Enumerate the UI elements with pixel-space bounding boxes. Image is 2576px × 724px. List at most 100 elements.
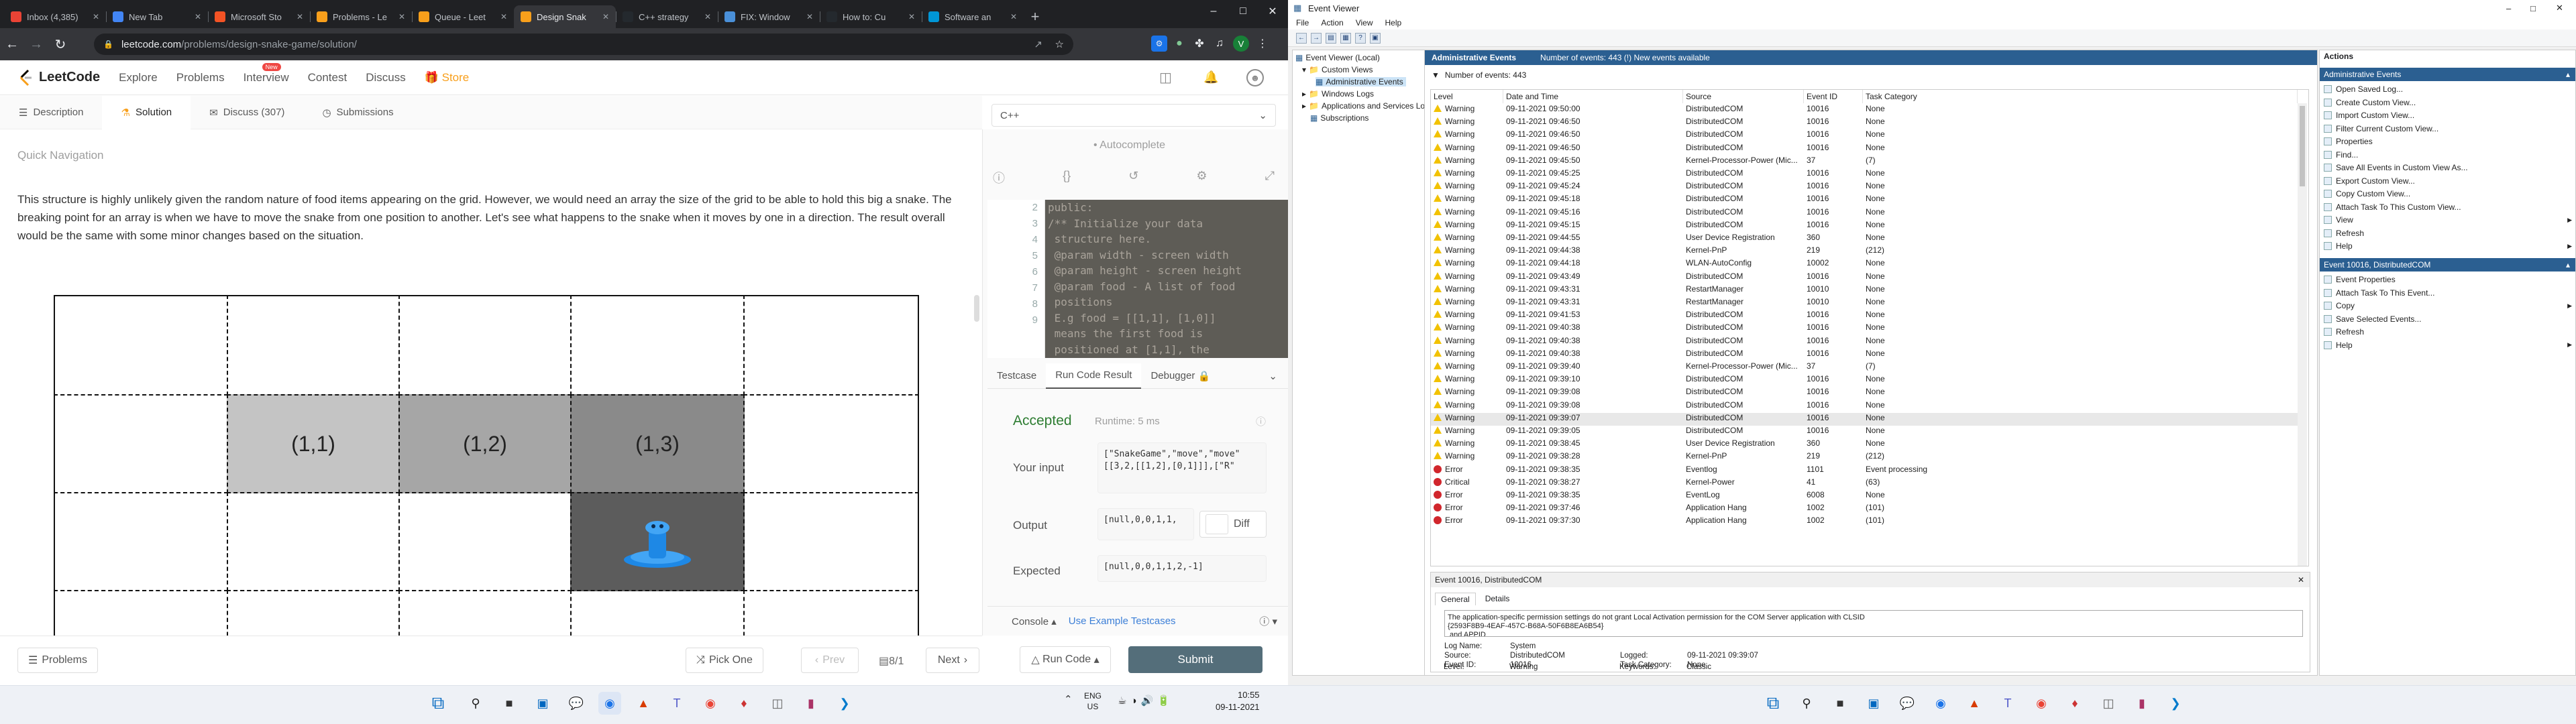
- use-example-testcases-link[interactable]: Use Example Testcases: [1069, 615, 1176, 627]
- tab-general[interactable]: General: [1435, 593, 1476, 605]
- event-row[interactable]: Warning 09-11-2021 09:46:50 DistributedCOM…: [1431, 143, 2307, 156]
- event-row[interactable]: Error 09-11-2021 09:38:35 Eventlog 1101 Even…: [1431, 465, 2307, 477]
- browser-tab[interactable]: Software an ✕: [922, 5, 1024, 28]
- browser-tab[interactable]: FIX: Window ✕: [718, 5, 820, 28]
- nav-store[interactable]: 🎁 Store: [425, 71, 470, 84]
- action-item[interactable]: View ▶: [2324, 213, 2572, 227]
- tree-subscriptions[interactable]: ▦ Subscriptions: [1310, 113, 1368, 123]
- forward-icon[interactable]: →: [1311, 32, 1322, 44]
- event-row[interactable]: Warning 09-11-2021 09:46:50 DistributedCOM…: [1431, 117, 2307, 129]
- chat-icon[interactable]: 💬: [565, 692, 588, 715]
- console-toggle[interactable]: Console ▴: [1012, 615, 1057, 627]
- settings-icon[interactable]: ⚙: [1196, 169, 1207, 193]
- tree-applications-services-logs[interactable]: ▸ 📁 Applications and Services Lo: [1302, 101, 1425, 111]
- event-row[interactable]: Warning 09-11-2021 09:45:25 DistributedCOM…: [1431, 168, 2307, 181]
- action-item[interactable]: Save All Events in Custom View As...: [2324, 161, 2572, 174]
- event-row[interactable]: Warning 09-11-2021 09:39:07 DistributedCOM…: [1431, 412, 2307, 426]
- col-event-id[interactable]: Event ID: [1804, 90, 1863, 103]
- action-item[interactable]: Find...: [2324, 148, 2572, 162]
- chrome-app-icon[interactable]: ◉: [699, 692, 722, 715]
- event-row[interactable]: Warning 09-11-2021 09:40:38 DistributedCOM…: [1431, 336, 2307, 349]
- notification-bell-icon[interactable]: 🔔: [1203, 70, 1218, 84]
- help-icon[interactable]: ?: [1355, 32, 1366, 44]
- next-button[interactable]: Next ›: [926, 648, 979, 673]
- browser-tab[interactable]: C++ strategy ✕: [616, 5, 718, 28]
- col-source[interactable]: Source: [1683, 90, 1804, 103]
- search-icon[interactable]: ⚲: [464, 692, 487, 715]
- extension-2-icon[interactable]: ●: [1171, 36, 1187, 52]
- action-item[interactable]: Copy ▶: [2324, 299, 2572, 312]
- fullscreen-icon[interactable]: ⤢: [1265, 169, 1275, 193]
- search-icon[interactable]: ⚲: [1795, 692, 1818, 715]
- reset-icon[interactable]: ↺: [1128, 169, 1138, 193]
- properties-icon[interactable]: ▦: [1340, 32, 1351, 44]
- minimize-button[interactable]: –: [2506, 3, 2511, 13]
- close-tab-icon[interactable]: ✕: [398, 12, 405, 21]
- event-row[interactable]: Warning 09-11-2021 09:40:38 DistributedCOM…: [1431, 322, 2307, 335]
- back-icon[interactable]: ←: [1296, 32, 1307, 44]
- extensions-puzzle-icon[interactable]: ✤: [1191, 36, 1208, 52]
- action-item[interactable]: Copy Custom View...: [2324, 187, 2572, 200]
- event-row[interactable]: Warning 09-11-2021 09:43:49 DistributedCOM…: [1431, 272, 2307, 284]
- input-language[interactable]: ENG US: [1084, 690, 1102, 712]
- info-icon[interactable]: ⓘ: [993, 169, 1005, 193]
- event-row[interactable]: Warning 09-11-2021 09:39:10 DistributedCOM…: [1431, 374, 2307, 387]
- tree-administrative-events[interactable]: ▦ Administrative Events: [1316, 77, 1406, 86]
- maximize-button[interactable]: □: [2530, 3, 2536, 13]
- office-icon[interactable]: ▲: [1963, 692, 1986, 715]
- action-item[interactable]: Open Saved Log...: [2324, 82, 2572, 96]
- console-help-icon[interactable]: ⓘ ▾: [1259, 614, 1277, 628]
- col-level[interactable]: Level: [1431, 90, 1503, 103]
- widgets-icon[interactable]: ▣: [531, 692, 554, 715]
- tab-discuss[interactable]: ✉ Discuss (307): [191, 96, 303, 129]
- app2-icon[interactable]: ▮: [800, 692, 822, 715]
- col-task-category[interactable]: Task Category: [1863, 90, 2298, 103]
- maximize-button[interactable]: □: [1228, 0, 1258, 23]
- app2-icon[interactable]: ▮: [2131, 692, 2153, 715]
- action-item[interactable]: Event Properties: [2324, 273, 2572, 286]
- tree-event-viewer-local[interactable]: ▦ Event Viewer (Local): [1295, 53, 1380, 62]
- code-editor[interactable]: 2 3 4 5 6 7 8 9 public: /** Initialize y…: [987, 200, 1288, 358]
- browser-tab[interactable]: Problems - Le ✕: [310, 5, 412, 28]
- chrome-taskbar-icon[interactable]: ◉: [598, 692, 621, 715]
- close-tab-icon[interactable]: ✕: [602, 12, 609, 21]
- event-row[interactable]: Warning 09-11-2021 09:38:45 User Device Re…: [1431, 438, 2307, 451]
- collapse-chevron-icon[interactable]: ⌄: [1269, 370, 1277, 382]
- event-row[interactable]: Warning 09-11-2021 09:45:50 Kernel-Process…: [1431, 156, 2307, 168]
- action-item[interactable]: Attach Task To This Event...: [2324, 286, 2572, 300]
- menu-view[interactable]: View: [1356, 18, 1373, 27]
- action-item[interactable]: Refresh: [2324, 227, 2572, 240]
- tab-description[interactable]: ☰ Description: [0, 96, 102, 129]
- clock[interactable]: 10:55 09-11-2021: [1216, 689, 1260, 713]
- event-row[interactable]: Error 09-11-2021 09:37:30 Application Hang…: [1431, 516, 2307, 528]
- file-explorer-icon[interactable]: ◫: [2097, 692, 2120, 715]
- tray-icons[interactable]: ☕◑🔊🔋: [1118, 695, 1174, 707]
- run-code-button[interactable]: △ Run Code ▴: [1020, 646, 1111, 673]
- submit-button[interactable]: Submit: [1128, 646, 1263, 673]
- chat-icon[interactable]: 💬: [1896, 692, 1919, 715]
- event-row[interactable]: Warning 09-11-2021 09:39:08 DistributedCOM…: [1431, 400, 2307, 413]
- col-date-time[interactable]: Date and Time: [1503, 90, 1683, 103]
- actions-section-event[interactable]: Event 10016, DistributedCOM ▴: [2320, 258, 2575, 272]
- event-row[interactable]: Warning 09-11-2021 09:45:16 DistributedCOM…: [1431, 207, 2307, 220]
- action-item[interactable]: Save Selected Events...: [2324, 312, 2572, 326]
- actions-section-admin[interactable]: Administrative Events ▴: [2320, 68, 2575, 81]
- language-select[interactable]: C++ ⌄: [991, 104, 1276, 127]
- diff-toggle[interactable]: Diff: [1199, 511, 1267, 538]
- teams-icon[interactable]: T: [665, 692, 688, 715]
- teams-icon[interactable]: T: [1996, 692, 2019, 715]
- event-row[interactable]: Warning 09-11-2021 09:39:08 DistributedCOM…: [1431, 387, 2307, 400]
- event-row[interactable]: Warning 09-11-2021 09:43:31 RestartManager…: [1431, 297, 2307, 310]
- event-row[interactable]: Warning 09-11-2021 09:44:18 WLAN-AutoConfi…: [1431, 258, 2307, 271]
- event-row[interactable]: Warning 09-11-2021 09:40:38 DistributedCOM…: [1431, 349, 2307, 361]
- close-tab-icon[interactable]: ✕: [195, 12, 201, 21]
- task-view-icon[interactable]: ■: [1829, 692, 1851, 715]
- action-item[interactable]: Import Custom View...: [2324, 109, 2572, 122]
- nav-interview[interactable]: Interview New: [244, 62, 289, 84]
- tab-debugger[interactable]: Debugger 🔒: [1141, 363, 1220, 389]
- event-row[interactable]: Warning 09-11-2021 09:46:50 DistributedCOM…: [1431, 129, 2307, 142]
- reload-icon[interactable]: ↻: [48, 32, 72, 56]
- action-item[interactable]: Create Custom View...: [2324, 96, 2572, 109]
- action-item[interactable]: Filter Current Custom View...: [2324, 122, 2572, 135]
- tree-custom-views[interactable]: ▾ 📁 Custom Views: [1302, 65, 1373, 74]
